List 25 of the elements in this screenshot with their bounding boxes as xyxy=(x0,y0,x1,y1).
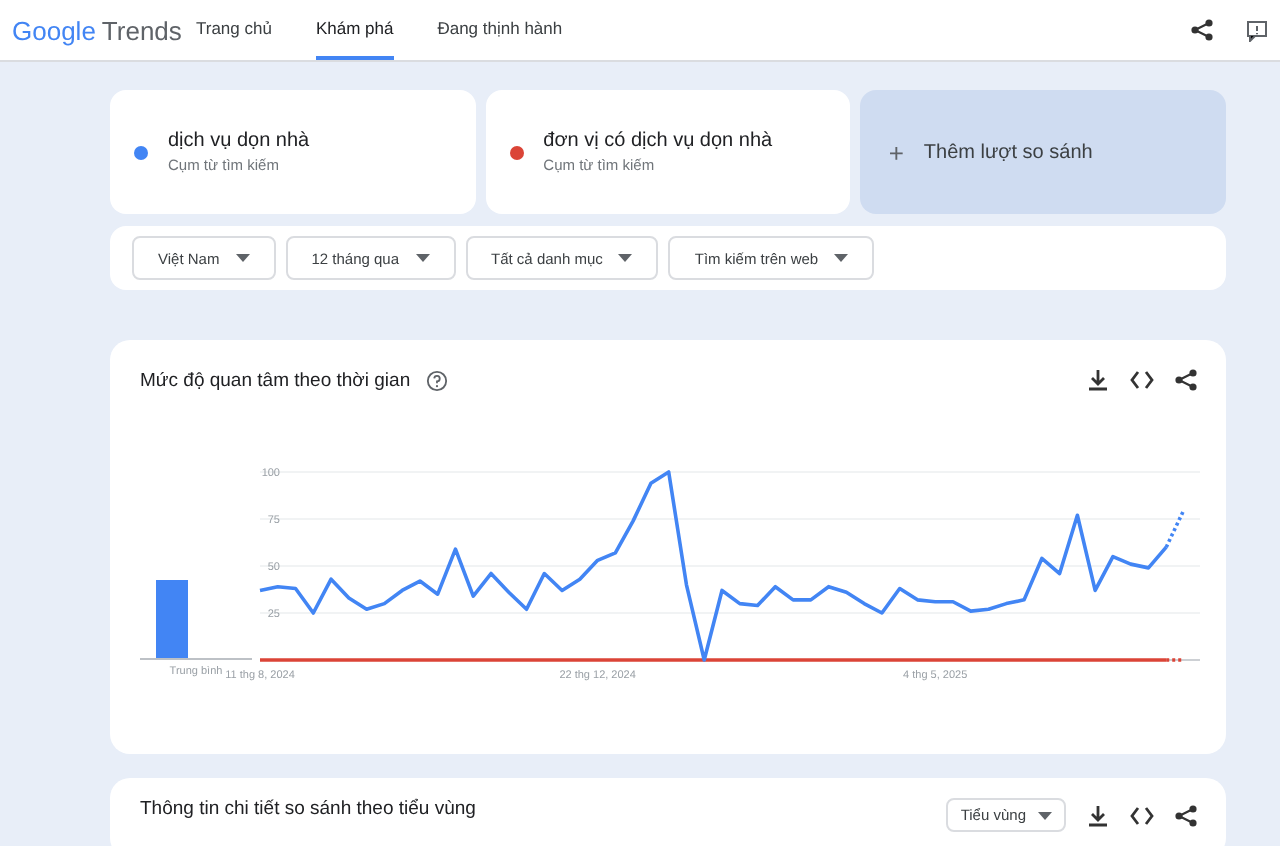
add-comparison-button[interactable]: + Thêm lượt so sánh xyxy=(860,90,1226,214)
partial-data-line xyxy=(1166,658,1184,662)
nav-tab[interactable]: Trang chủ xyxy=(196,0,272,60)
caret-icon xyxy=(415,254,430,262)
feedback-icon[interactable] xyxy=(1246,19,1268,41)
nav-tab[interactable]: Khám phá xyxy=(315,0,394,60)
help-icon[interactable] xyxy=(426,369,449,391)
download-icon[interactable] xyxy=(1086,803,1110,827)
caret-icon xyxy=(235,254,250,262)
embed-code-icon[interactable] xyxy=(1130,805,1154,825)
term-name: dịch vụ dọn nhà xyxy=(168,130,310,152)
download-icon[interactable] xyxy=(1086,368,1110,392)
partial-data-line xyxy=(1164,508,1186,548)
nav-tab[interactable]: Đang thịnh hành xyxy=(437,0,563,60)
caret-icon xyxy=(618,254,633,262)
caret-icon xyxy=(1038,811,1052,819)
caret-icon xyxy=(834,254,849,262)
share-icon[interactable] xyxy=(1174,368,1198,392)
google-trends-logo[interactable]: Google Trends xyxy=(12,15,196,45)
term-name: đơn vị có dịch vụ dọn nhà xyxy=(543,130,773,152)
share-icon[interactable] xyxy=(1174,803,1198,827)
embed-code-icon[interactable] xyxy=(1130,370,1154,390)
share-icon[interactable] xyxy=(1190,18,1214,42)
card-title: Thông tin chi tiết so sánh theo tiểu vùng xyxy=(140,798,476,820)
card-title: Mức độ quan tâm theo thời gian xyxy=(140,369,411,391)
